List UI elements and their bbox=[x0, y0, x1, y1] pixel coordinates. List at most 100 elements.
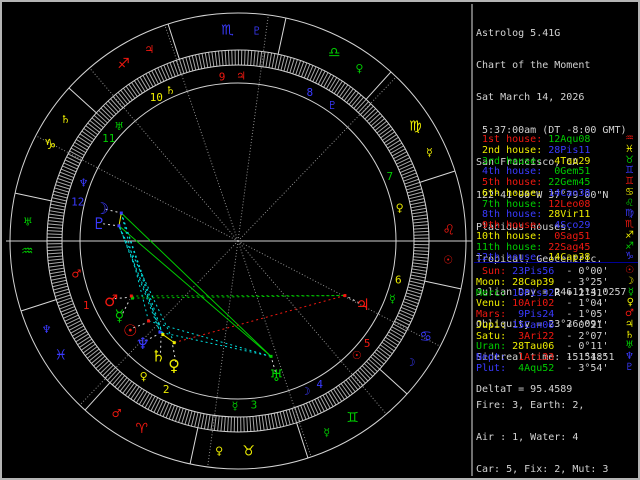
planet-position-value: 15Can06 bbox=[512, 319, 555, 331]
degree-tick bbox=[95, 358, 108, 369]
house-cusp-value: 14Can38 bbox=[548, 187, 591, 199]
degree-tick bbox=[378, 125, 392, 136]
planet-icon: ♃ bbox=[625, 318, 634, 330]
degree-tick bbox=[327, 391, 337, 406]
degree-tick bbox=[154, 68, 162, 83]
degree-tick bbox=[412, 214, 428, 218]
sign-boundary-line bbox=[167, 23, 180, 60]
zodiac-sign-icon: ♓ bbox=[625, 143, 634, 155]
degree-tick bbox=[413, 220, 429, 224]
planet-latitude-value: - 1°05' bbox=[560, 309, 609, 320]
planet-latitude-value: - 3°25' bbox=[560, 276, 609, 288]
degree-tick bbox=[64, 159, 79, 167]
degree-tick bbox=[190, 411, 196, 427]
planet-position-value: 23Pis56 bbox=[512, 266, 555, 277]
degree-tick bbox=[341, 86, 352, 100]
degree-tick bbox=[338, 84, 349, 98]
degree-tick bbox=[48, 261, 64, 265]
mode-counts: Car: 5, Fix: 2, Mut: 3 bbox=[476, 464, 609, 476]
degree-tick bbox=[370, 115, 383, 127]
degree-tick bbox=[331, 78, 341, 93]
element-counts-air-water: Air : 1, Water: 4 bbox=[476, 431, 579, 443]
degree-tick bbox=[47, 223, 63, 226]
degree-tick bbox=[70, 147, 85, 156]
house-number: 6 bbox=[395, 274, 402, 287]
degree-tick bbox=[47, 226, 63, 229]
degree-tick bbox=[320, 72, 329, 87]
planet-label: Sun: bbox=[476, 266, 513, 277]
degree-tick bbox=[79, 133, 93, 143]
house-number: 1 bbox=[83, 299, 90, 312]
degree-tick bbox=[392, 323, 407, 332]
degree-tick bbox=[255, 416, 259, 432]
degree-tick bbox=[119, 379, 130, 392]
chart-date: Sat March 14, 2026 bbox=[476, 92, 585, 104]
house-cusp-line bbox=[237, 240, 387, 415]
degree-tick bbox=[201, 53, 206, 69]
house-ruler-glyph: ☿ bbox=[232, 399, 239, 412]
sign-ruler-glyph: ♅ bbox=[23, 216, 33, 229]
degree-tick bbox=[279, 411, 285, 427]
degree-tick bbox=[348, 377, 359, 391]
degree-tick bbox=[50, 276, 66, 281]
degree-tick bbox=[346, 90, 357, 103]
degree-tick bbox=[273, 413, 278, 429]
house-ruler-glyph: ☽ bbox=[301, 385, 311, 398]
zodiac-sign-icon: ♋ bbox=[625, 186, 634, 198]
degree-tick bbox=[343, 88, 354, 101]
degree-tick bbox=[368, 358, 380, 370]
degree-tick bbox=[114, 375, 125, 388]
planet-position-dot bbox=[158, 330, 162, 334]
degree-tick bbox=[48, 216, 64, 220]
degree-tick bbox=[63, 162, 78, 170]
degree-tick bbox=[62, 165, 77, 173]
degree-tick bbox=[191, 55, 197, 71]
degree-tick bbox=[249, 416, 252, 432]
degree-tick bbox=[412, 217, 428, 221]
planet-glyph: ♆ bbox=[136, 334, 150, 353]
degree-tick bbox=[124, 382, 135, 396]
degree-tick bbox=[49, 210, 65, 214]
house-cusp-value: 0Gem51 bbox=[548, 166, 591, 178]
planet-latitude-value: - 3°54' bbox=[560, 362, 609, 374]
sign-boundary-line bbox=[20, 299, 57, 312]
degree-tick bbox=[47, 249, 63, 252]
degree-tick bbox=[256, 51, 259, 67]
house-cusp-value: 12Leo08 bbox=[548, 198, 591, 210]
degree-tick bbox=[49, 206, 65, 211]
planet-position-value: 4Aqu52 bbox=[512, 362, 555, 374]
degree-tick bbox=[91, 353, 104, 364]
house-label: 1st house: bbox=[476, 134, 549, 145]
degree-tick bbox=[50, 273, 66, 278]
degree-tick bbox=[325, 393, 334, 407]
degree-tick bbox=[280, 55, 286, 71]
degree-tick bbox=[72, 144, 87, 154]
degree-tick bbox=[413, 224, 429, 227]
house-ruler-glyph: ☿ bbox=[389, 293, 396, 306]
sign-ruler-glyph: ☽ bbox=[406, 356, 416, 369]
degree-tick bbox=[413, 230, 429, 233]
degree-tick bbox=[391, 326, 406, 335]
degree-tick bbox=[48, 213, 64, 217]
planet-latitude-value: - 2°07' bbox=[560, 330, 609, 342]
chart-title: Chart of the Moment bbox=[476, 59, 591, 71]
degree-tick bbox=[315, 69, 323, 84]
aspect-line-square bbox=[174, 295, 346, 344]
planet-position-row: Plut: 4Aqu52 - 3°54' ♇ bbox=[476, 362, 636, 375]
degree-tick bbox=[389, 328, 404, 338]
house-cusp-line bbox=[207, 240, 239, 468]
aspect-line-sextile bbox=[159, 331, 272, 357]
planet-latitude-value: + 2°31' bbox=[560, 287, 609, 299]
degree-tick bbox=[159, 401, 167, 416]
degree-tick bbox=[145, 73, 154, 88]
degree-tick bbox=[85, 125, 98, 136]
degree-tick bbox=[372, 118, 385, 129]
planet-glyph: ♄ bbox=[151, 347, 165, 366]
degree-tick bbox=[376, 123, 390, 134]
degree-tick bbox=[49, 270, 65, 275]
degree-tick bbox=[53, 285, 69, 291]
degree-tick bbox=[277, 54, 282, 70]
degree-tick bbox=[198, 53, 203, 69]
degree-tick bbox=[370, 356, 383, 368]
degree-tick bbox=[396, 157, 411, 165]
